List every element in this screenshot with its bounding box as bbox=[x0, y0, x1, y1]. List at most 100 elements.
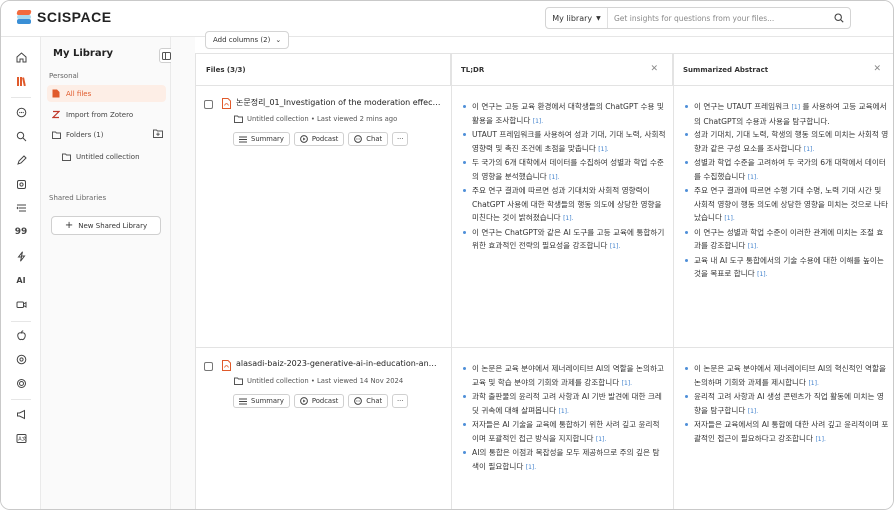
add-columns-button[interactable]: Add columns (2) ⌄ bbox=[205, 31, 290, 49]
abstract-bullet: 교육 내 AI 도구 통합에서의 기술 수용에 대한 이해를 높이는 것을 목표… bbox=[684, 254, 889, 282]
sidebar-item-folders[interactable]: Folders (1) bbox=[47, 126, 166, 143]
library-sidebar: My Library Personal All files Import fro… bbox=[41, 37, 174, 509]
search-scope-label: My library bbox=[552, 13, 593, 23]
citation-icon[interactable]: 99 bbox=[14, 225, 28, 239]
add-folder-button[interactable] bbox=[153, 129, 163, 141]
chat-label: Chat bbox=[366, 397, 383, 405]
citation-link[interactable]: [1]. bbox=[549, 174, 559, 181]
column-header-label: Summarized Abstract bbox=[683, 65, 769, 74]
paraphraser-icon[interactable] bbox=[14, 201, 28, 215]
search-scope-dropdown[interactable]: My library ▼ bbox=[546, 8, 608, 28]
column-header-abstract[interactable]: Summarized Abstract ✕ bbox=[673, 54, 893, 86]
svg-text:文: 文 bbox=[21, 435, 26, 442]
abstract-bullet: 성별과 학업 수준을 고려하여 두 국가의 6개 대학에서 데이터를 수집했습니… bbox=[684, 156, 889, 184]
file-icon bbox=[52, 89, 62, 98]
new-shared-library-button[interactable]: + New Shared Library bbox=[51, 216, 161, 235]
column-header-files[interactable]: Files (3/3) bbox=[196, 54, 451, 86]
video-icon[interactable] bbox=[14, 297, 28, 311]
row-checkbox[interactable] bbox=[204, 100, 213, 109]
podcast-button[interactable]: Podcast bbox=[293, 394, 345, 408]
citation-link[interactable]: [1]. bbox=[533, 118, 543, 125]
citation-link[interactable]: [1]. bbox=[808, 380, 818, 387]
citation-link[interactable]: [1]. bbox=[757, 271, 767, 278]
close-icon[interactable]: ✕ bbox=[873, 64, 881, 74]
citation-link[interactable]: [1]. bbox=[724, 215, 734, 222]
citation-link[interactable]: [1]. bbox=[596, 436, 606, 443]
row-checkbox[interactable] bbox=[204, 362, 213, 371]
literature-search-icon[interactable] bbox=[14, 129, 28, 143]
pen-icon[interactable] bbox=[14, 153, 28, 167]
file-actions: Summary Podcast Chat ··· bbox=[233, 394, 412, 408]
lightning-icon[interactable] bbox=[14, 249, 28, 263]
citation-link[interactable]: [1]. bbox=[598, 146, 608, 153]
podcast-button[interactable]: Podcast bbox=[293, 132, 345, 146]
file-last-viewed: Last viewed 2 mins ago bbox=[317, 115, 398, 123]
abstract-bullet: 성과 기대치, 기대 노력, 학생의 행동 의도에 미치는 사회적 영향과 같은… bbox=[684, 128, 889, 156]
library-icon[interactable] bbox=[14, 74, 28, 88]
sidebar-item-all-files[interactable]: All files bbox=[47, 85, 166, 102]
abstract-bullet: 저자들은 교육에서의 AI 통합에 대한 사려 깊고 윤리적이며 포괄적인 접근… bbox=[684, 418, 889, 446]
close-icon[interactable]: ✕ bbox=[650, 64, 658, 74]
ai-detector-icon[interactable]: AI bbox=[14, 273, 28, 287]
abstract-bullet: 이 연구는 성별과 학업 수준이 이러한 관계에 미치는 조절 효과를 강조합니… bbox=[684, 226, 889, 254]
chat-button[interactable]: Chat bbox=[348, 132, 389, 146]
file-last-viewed: Last viewed 14 Nov 2024 bbox=[317, 377, 404, 385]
translate-icon[interactable]: A文 bbox=[14, 431, 28, 445]
citation-link[interactable]: [1]. bbox=[526, 464, 536, 471]
more-options-button[interactable]: ··· bbox=[392, 132, 409, 146]
chrome-icon[interactable] bbox=[14, 352, 28, 366]
sidebar-item-import-zotero[interactable]: Import from Zotero bbox=[47, 106, 166, 123]
play-icon bbox=[299, 135, 308, 143]
tldr-bullet: 이 연구는 고등 교육 환경에서 대학생들의 ChatGPT 수용 및 활용을 … bbox=[462, 100, 666, 128]
summary-button[interactable]: Summary bbox=[233, 132, 290, 146]
search-icon[interactable] bbox=[828, 8, 850, 28]
sidebar-item-untitled-collection[interactable]: Untitled collection bbox=[57, 148, 166, 165]
caret-down-icon: ▼ bbox=[596, 14, 601, 22]
file-title[interactable]: 논문정리_01_Investigation of the moderation … bbox=[236, 97, 441, 108]
file-collection: Untitled collection bbox=[247, 377, 309, 385]
citation-link[interactable]: [1]. bbox=[748, 243, 758, 250]
more-icon: ··· bbox=[396, 135, 404, 143]
personal-section-label: Personal bbox=[49, 72, 79, 80]
file-title[interactable]: alasadi-baiz-2023-generative-ai-in-educa… bbox=[236, 359, 441, 368]
pdf-icon bbox=[222, 98, 231, 109]
apple-icon[interactable] bbox=[14, 328, 28, 342]
citation-link[interactable]: [1]. bbox=[815, 436, 825, 443]
meta-separator: • bbox=[308, 115, 318, 123]
megaphone-icon[interactable] bbox=[14, 407, 28, 421]
column-header-tldr[interactable]: TL;DR ✕ bbox=[451, 54, 673, 86]
tldr-bullet: 이 논문은 교육 분야에서 제너레이티브 AI의 역할을 논의하고 교육 및 학… bbox=[462, 362, 666, 390]
more-options-button[interactable]: ··· bbox=[392, 394, 409, 408]
citation-link[interactable]: [1]. bbox=[563, 215, 573, 222]
table-row: 논문정리_01_Investigation of the moderation … bbox=[196, 86, 893, 347]
abstract-bullet: 윤리적 고려 사항과 AI 생성 콘텐츠가 직업 활동에 미치는 영향을 탐구합… bbox=[684, 390, 889, 418]
library-title: My Library bbox=[53, 48, 114, 59]
file-collection: Untitled collection bbox=[247, 115, 309, 123]
summary-button[interactable]: Summary bbox=[233, 394, 290, 408]
citation-link[interactable]: [1]. bbox=[610, 243, 620, 250]
citation-link[interactable]: [1]. bbox=[748, 408, 758, 415]
home-icon[interactable] bbox=[14, 50, 28, 64]
left-rail: 99 AI A文 bbox=[1, 37, 41, 509]
table-row: alasadi-baiz-2023-generative-ai-in-educa… bbox=[196, 348, 893, 509]
search-bar: My library ▼ bbox=[545, 7, 851, 29]
sidebar-item-label: All files bbox=[66, 89, 92, 98]
chevron-down-icon: ⌄ bbox=[275, 36, 282, 44]
citation-link[interactable]: [1] bbox=[792, 104, 801, 111]
citation-link[interactable]: [1]. bbox=[559, 408, 569, 415]
citation-link[interactable]: [1]. bbox=[622, 380, 632, 387]
openai-icon[interactable] bbox=[14, 376, 28, 390]
citation-link[interactable]: [1]. bbox=[748, 174, 758, 181]
chat-pdf-icon[interactable] bbox=[14, 105, 28, 119]
chat-button[interactable]: Chat bbox=[348, 394, 389, 408]
search-input[interactable] bbox=[608, 13, 828, 23]
scispace-logo[interactable]: SCISPACE bbox=[16, 9, 112, 25]
abstract-cell: 이 논문은 교육 분야에서 제너레이티브 AI의 혁신적인 역할을 논의하며 기… bbox=[684, 362, 889, 446]
main-content: Add columns (2) ⌄ Files (3/3) TL;DR ✕ Su… bbox=[171, 31, 893, 509]
tldr-bullet: UTAUT 프레임워크를 사용하여 성과 기대, 기대 노력, 사회적 영향력 … bbox=[462, 128, 666, 156]
files-table: Files (3/3) TL;DR ✕ Summarized Abstract … bbox=[195, 53, 893, 509]
citation-link[interactable]: [1]. bbox=[804, 146, 814, 153]
extract-data-icon[interactable] bbox=[14, 177, 28, 191]
abstract-bullet: 이 논문은 교육 분야에서 제너레이티브 AI의 혁신적인 역할을 논의하며 기… bbox=[684, 362, 889, 390]
tldr-bullet: 과학 출판물의 윤리적 고려 사항과 AI 기반 발견에 대한 크레딧 귀속에 … bbox=[462, 390, 666, 418]
